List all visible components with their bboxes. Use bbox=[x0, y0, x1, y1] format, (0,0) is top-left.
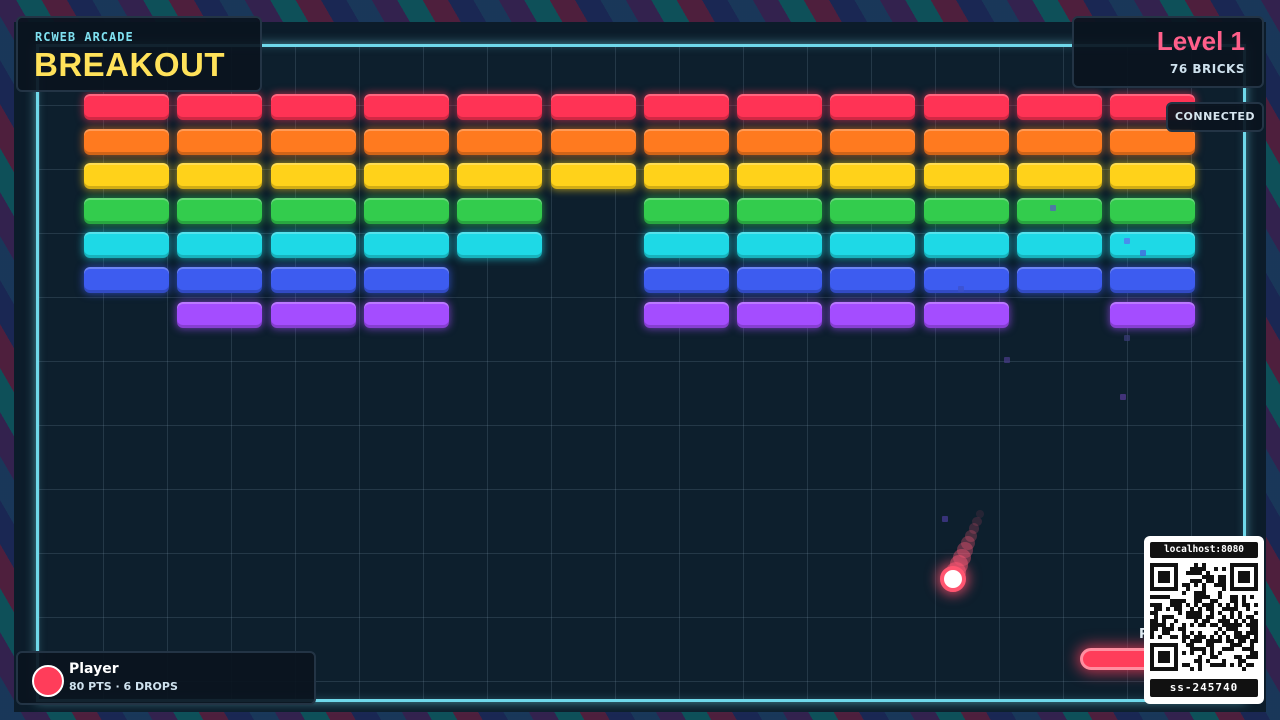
server-url: localhost:8080 bbox=[1150, 542, 1258, 558]
brick bbox=[84, 232, 169, 259]
brick bbox=[177, 267, 263, 293]
brick bbox=[1017, 163, 1102, 190]
brick bbox=[923, 232, 1009, 259]
brick bbox=[643, 301, 729, 328]
connection-status-badge: CONNECTED bbox=[1166, 102, 1264, 132]
brick bbox=[270, 128, 356, 155]
brick bbox=[363, 267, 449, 293]
brick bbox=[737, 128, 823, 155]
brick bbox=[1017, 94, 1102, 120]
brick bbox=[177, 128, 263, 155]
brick bbox=[923, 301, 1009, 328]
brick bbox=[270, 163, 356, 190]
brick bbox=[1017, 267, 1102, 293]
brick bbox=[737, 301, 823, 328]
brick bbox=[177, 163, 263, 190]
title-panel: RCWEB ARCADE BREAKOUT bbox=[16, 16, 262, 92]
brick bbox=[177, 301, 263, 328]
brick bbox=[84, 197, 169, 224]
particle bbox=[958, 286, 964, 292]
brick bbox=[643, 163, 729, 190]
particle bbox=[1124, 238, 1130, 244]
brick bbox=[1017, 128, 1102, 155]
brick bbox=[737, 94, 823, 120]
player-panel: Player 80 PTS · 6 DROPS bbox=[16, 651, 316, 705]
brick bbox=[737, 163, 823, 190]
brick bbox=[643, 267, 729, 293]
brick bbox=[1017, 232, 1102, 259]
brick bbox=[737, 267, 823, 293]
brick bbox=[270, 301, 356, 328]
arcade-subtitle: RCWEB ARCADE bbox=[35, 30, 134, 44]
particle bbox=[1050, 205, 1056, 211]
brick bbox=[363, 163, 449, 190]
brick bbox=[550, 128, 636, 155]
qr-code[interactable] bbox=[1150, 563, 1258, 671]
brick bbox=[830, 128, 916, 155]
brick bbox=[1110, 301, 1196, 328]
brick bbox=[457, 94, 543, 120]
brick bbox=[923, 163, 1009, 190]
brick bbox=[830, 232, 916, 259]
brick bbox=[177, 232, 263, 259]
brick bbox=[550, 163, 636, 190]
brick bbox=[270, 197, 356, 224]
particle bbox=[1004, 357, 1010, 363]
brick bbox=[457, 232, 543, 259]
level-panel: Level 1 76 BRICKS bbox=[1072, 16, 1264, 88]
player-name: Player bbox=[69, 661, 119, 677]
brick bbox=[270, 267, 356, 293]
brick bbox=[457, 128, 543, 155]
brick bbox=[737, 232, 823, 259]
player-avatar bbox=[32, 665, 64, 697]
ball bbox=[940, 566, 966, 592]
brick bbox=[1110, 267, 1196, 293]
brick bbox=[1110, 232, 1196, 259]
brick bbox=[84, 128, 169, 155]
brick bbox=[457, 163, 543, 190]
brick bbox=[363, 128, 449, 155]
brick bbox=[177, 94, 263, 120]
brick bbox=[737, 197, 823, 224]
brick bbox=[643, 197, 729, 224]
particle bbox=[1120, 394, 1126, 400]
join-qr-card[interactable]: localhost:8080 ss-245740 bbox=[1144, 536, 1264, 704]
brick bbox=[923, 128, 1009, 155]
brick bbox=[830, 301, 916, 328]
brick bbox=[923, 94, 1009, 120]
brick bbox=[830, 267, 916, 293]
brick bbox=[923, 267, 1009, 293]
brick bbox=[457, 197, 543, 224]
particle bbox=[1124, 335, 1130, 341]
game-title: BREAKOUT bbox=[34, 46, 225, 83]
level-label: Level 1 bbox=[1156, 26, 1245, 56]
brick bbox=[363, 94, 449, 120]
brick bbox=[830, 94, 916, 120]
brick bbox=[1110, 128, 1196, 155]
particle bbox=[942, 516, 948, 522]
session-id: ss-245740 bbox=[1150, 679, 1258, 697]
brick bbox=[363, 301, 449, 328]
brick bbox=[363, 197, 449, 224]
particle bbox=[1140, 250, 1146, 256]
brick bbox=[84, 94, 169, 120]
brick bbox=[270, 94, 356, 120]
brick bbox=[830, 197, 916, 224]
brick bbox=[830, 163, 916, 190]
brick bbox=[363, 232, 449, 259]
brick bbox=[550, 94, 636, 120]
brick bbox=[643, 232, 729, 259]
brick bbox=[643, 128, 729, 155]
brick bbox=[1017, 197, 1102, 224]
brick bbox=[923, 197, 1009, 224]
brick bbox=[643, 94, 729, 120]
brick bbox=[177, 197, 263, 224]
player-stats: 80 PTS · 6 DROPS bbox=[69, 680, 178, 693]
brick bbox=[270, 232, 356, 259]
brick bbox=[84, 163, 169, 190]
brick bbox=[84, 267, 169, 293]
brick bbox=[1110, 197, 1196, 224]
bricks-count: 76 BRICKS bbox=[1170, 62, 1245, 76]
brick bbox=[1110, 163, 1196, 190]
